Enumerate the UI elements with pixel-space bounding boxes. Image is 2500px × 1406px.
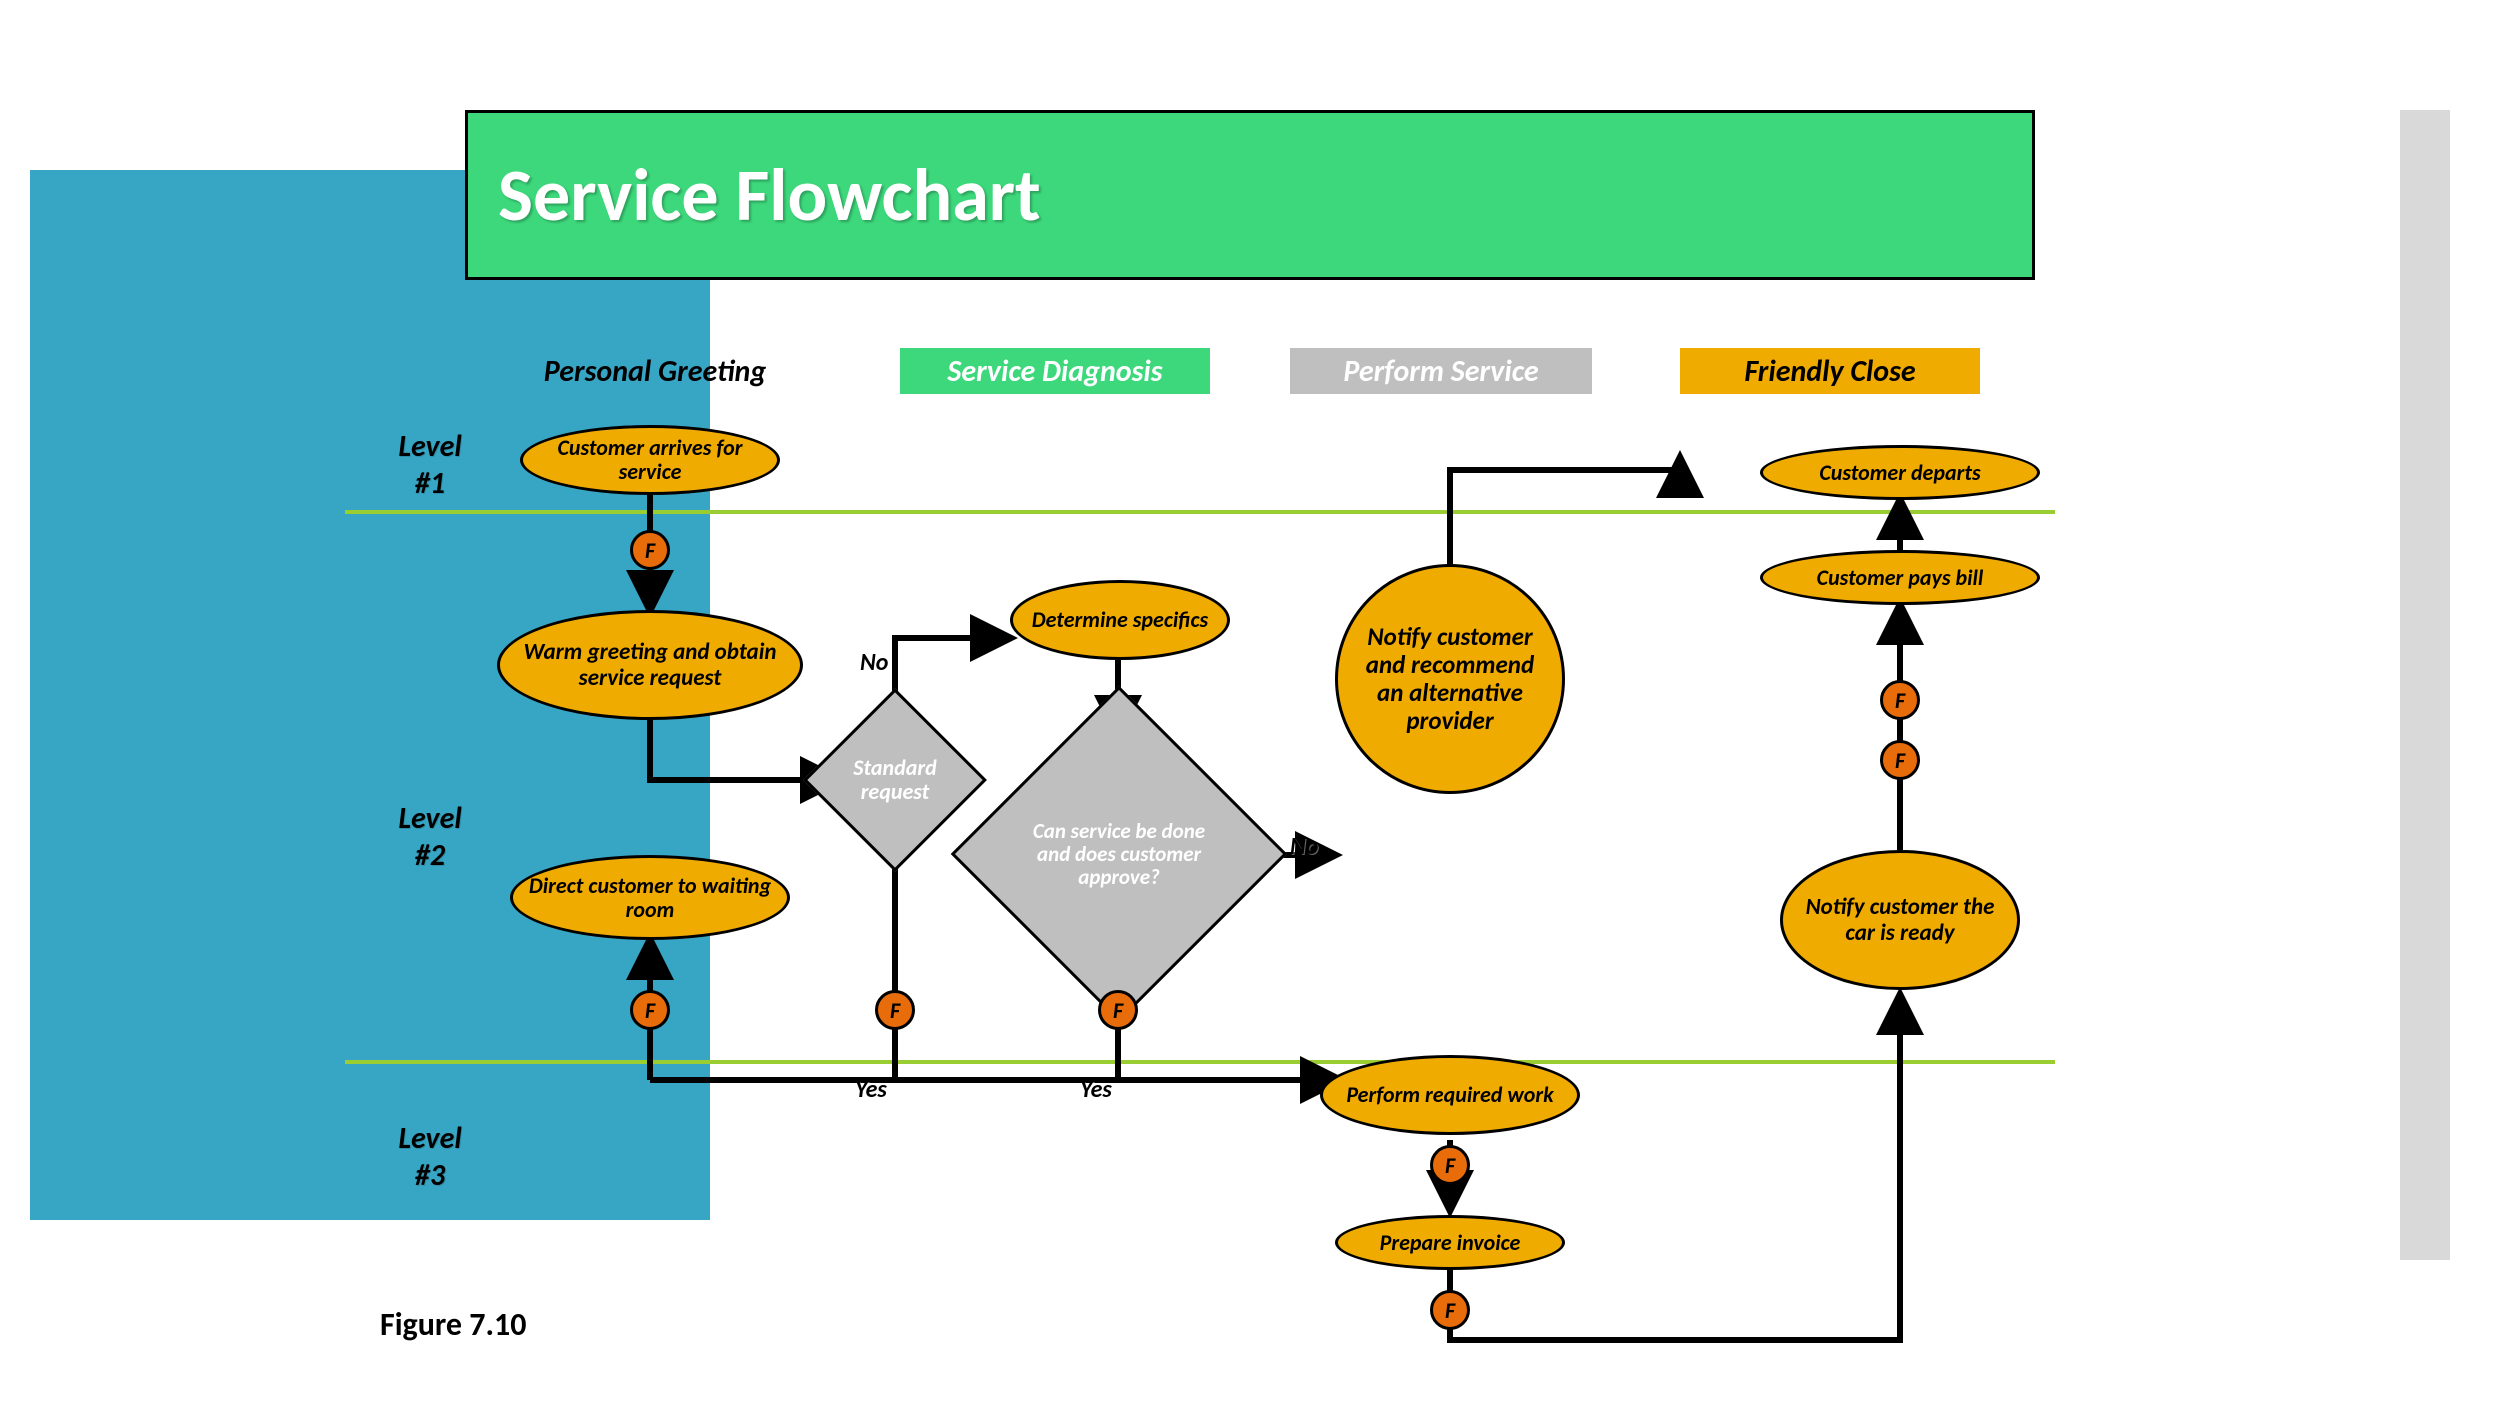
fmark-2: F xyxy=(630,990,670,1030)
title-bar: Service Flowchart xyxy=(465,110,2035,280)
col-service-diagnosis: Service Diagnosis xyxy=(900,348,1210,394)
node-customer-departs: Customer departs xyxy=(1760,445,2040,500)
label-no-1: No xyxy=(860,648,888,677)
fmark-3: F xyxy=(875,990,915,1030)
rule-level1-2 xyxy=(345,510,2055,514)
col-perform-service: Perform Service xyxy=(1290,348,1592,394)
node-determine-specifics: Determine specifics xyxy=(1010,580,1230,660)
fmark-5: F xyxy=(1430,1145,1470,1185)
node-notify-ready: Notify customer the car is ready xyxy=(1780,850,2020,990)
level-2-label: Level#2 xyxy=(370,800,490,874)
node-perform-work: Perform required work xyxy=(1320,1055,1580,1135)
node-direct-waiting: Direct customer to waiting room xyxy=(510,855,790,940)
rule-level2-3 xyxy=(345,1060,2055,1064)
node-customer-pays: Customer pays bill xyxy=(1760,550,2040,605)
decision-standard-request: Standard request xyxy=(830,715,960,845)
col-friendly-close: Friendly Close xyxy=(1680,348,1980,394)
gray-right-bar xyxy=(2400,110,2450,1260)
node-prepare-invoice: Prepare invoice xyxy=(1335,1215,1565,1270)
node-customer-arrives: Customer arrives for service xyxy=(520,425,780,495)
node-warm-greeting: Warm greeting and obtain service request xyxy=(497,610,803,720)
level-3-label: Level#3 xyxy=(370,1120,490,1194)
label-no-2: No xyxy=(1290,832,1318,861)
level-1-label: Level#1 xyxy=(370,428,490,502)
decision-can-service: Can service be done and does customer ap… xyxy=(1000,735,1238,973)
title-text: Service Flowchart xyxy=(498,150,1041,240)
fmark-7: F xyxy=(1880,680,1920,720)
fmark-1: F xyxy=(630,530,670,570)
label-yes-1: Yes xyxy=(855,1075,887,1104)
slide-stage: Service Flowchart Personal Greeting Serv… xyxy=(0,0,2500,1406)
fmark-4: F xyxy=(1098,990,1138,1030)
fmark-8: F xyxy=(1880,740,1920,780)
figure-caption: Figure 7.10 xyxy=(380,1305,526,1344)
node-notify-alternative: Notify customer and recommend an alterna… xyxy=(1335,564,1565,794)
fmark-6: F xyxy=(1430,1290,1470,1330)
label-yes-2: Yes xyxy=(1080,1075,1112,1104)
col-personal-greeting: Personal Greeting xyxy=(500,348,810,394)
